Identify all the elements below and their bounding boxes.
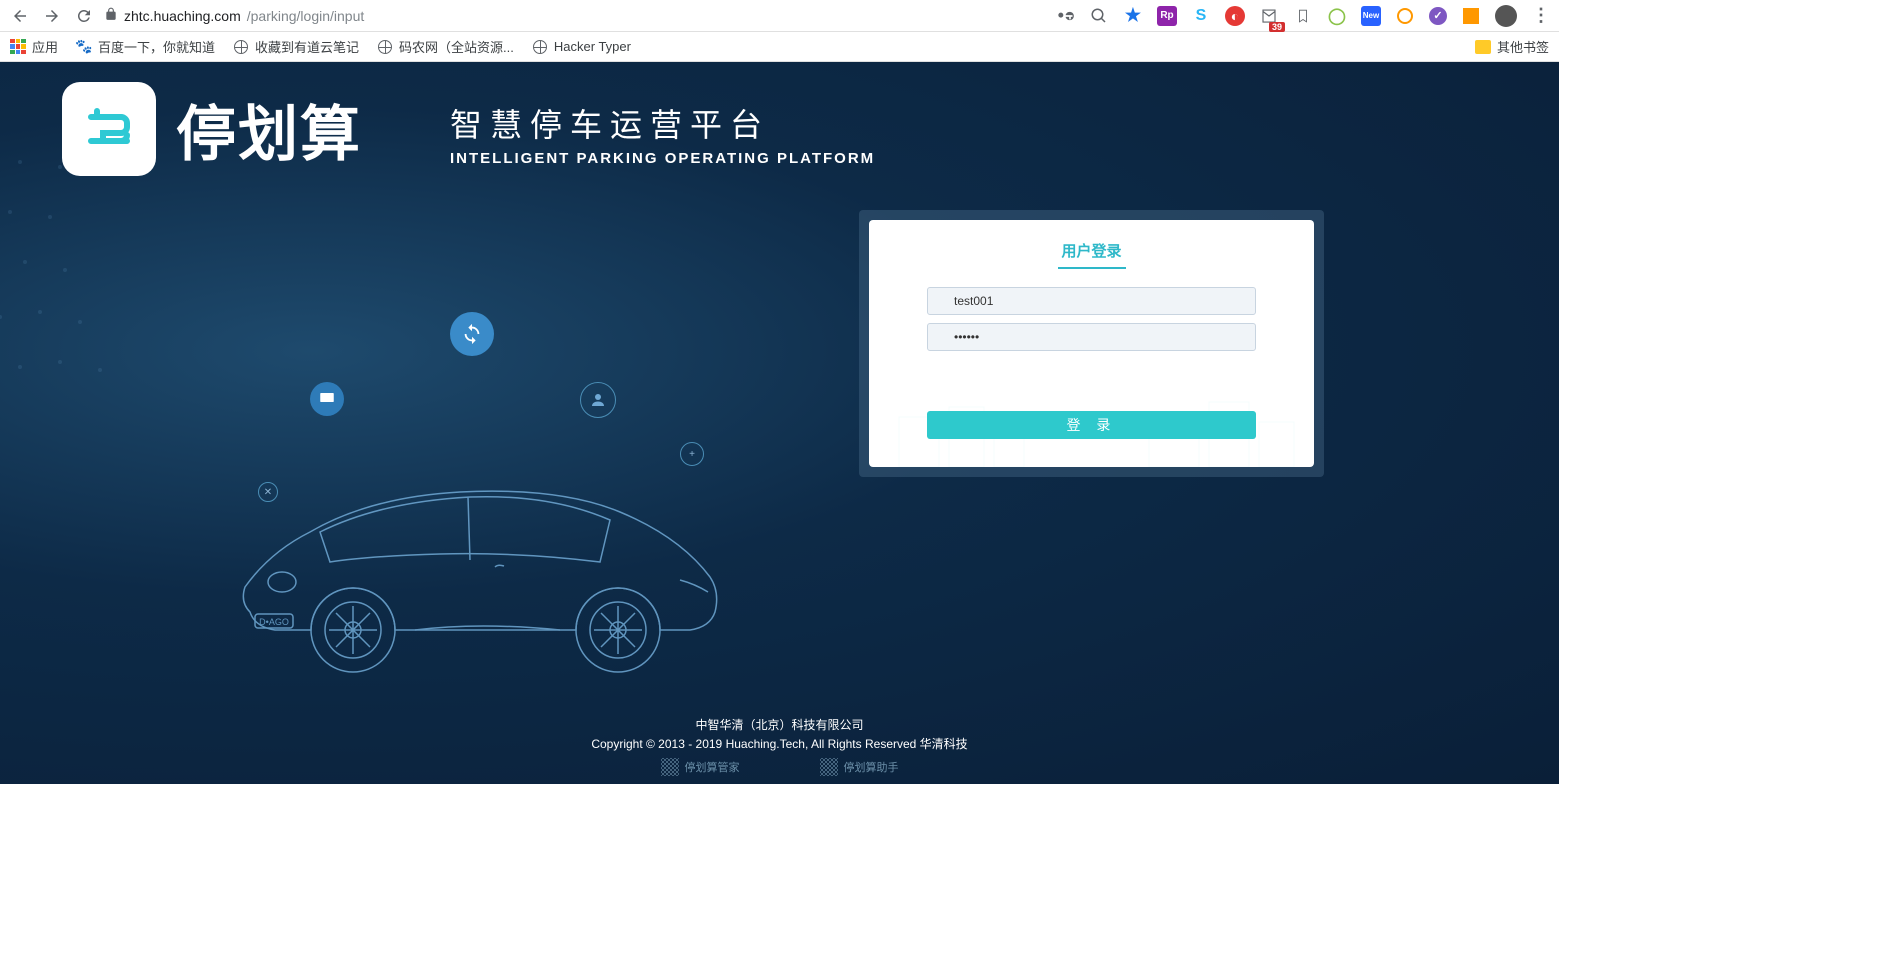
folder-icon: [1475, 40, 1491, 54]
car-illustration: + ✕ D•AGO: [220, 352, 740, 732]
menu-icon[interactable]: ⋮: [1531, 6, 1551, 26]
other-bookmarks[interactable]: 其他书签: [1475, 37, 1549, 56]
qr-label: 停划算助手: [844, 759, 899, 775]
qr-item-manager: 停划算管家: [661, 758, 740, 776]
qr-item-helper: 停划算助手: [820, 758, 899, 776]
bookmark-hacker[interactable]: Hacker Typer: [532, 39, 631, 55]
subtitle-en: INTELLIGENT PARKING OPERATING PLATFORM: [450, 150, 875, 167]
qr-code-icon: [820, 758, 838, 776]
reload-button[interactable]: [72, 4, 96, 28]
extension-green-icon[interactable]: ◯: [1327, 6, 1347, 26]
logo-text: 停划算: [176, 86, 362, 173]
subtitle-cn: 智慧停车运营平台: [450, 100, 875, 146]
mail-badge: 39: [1269, 22, 1285, 32]
login-card: 用户登录 登 录: [869, 220, 1314, 467]
key-icon[interactable]: [1055, 6, 1075, 26]
buildings-decoration: [869, 397, 1314, 467]
bookmark-outline-icon[interactable]: [1293, 6, 1313, 26]
zoom-icon[interactable]: [1089, 6, 1109, 26]
footer-copyright: Copyright © 2013 - 2019 Huaching.Tech, A…: [0, 735, 1559, 752]
car-outline: D•AGO: [220, 412, 740, 712]
extension-red-icon[interactable]: ◐: [1225, 6, 1245, 26]
footer-company: 中智华清（北京）科技有限公司: [0, 716, 1559, 733]
extension-skype-icon[interactable]: S: [1191, 6, 1211, 26]
monitor-icon: [310, 382, 344, 416]
globe-icon: [233, 39, 249, 55]
back-button[interactable]: [8, 4, 32, 28]
apps-label: 应用: [32, 37, 58, 56]
bookmarks-bar: 应用 🐾 百度一下，你就知道 收藏到有道云笔记 码农网（全站资源... Hack…: [0, 32, 1559, 62]
logo-icon: [62, 82, 156, 176]
sync-icon: [450, 312, 494, 356]
bookmark-label: Hacker Typer: [554, 39, 631, 54]
qr-code-icon: [661, 758, 679, 776]
page-content: 停划算 智慧停车运营平台 INTELLIGENT PARKING OPERATI…: [0, 62, 1559, 784]
apps-shortcut[interactable]: 应用: [10, 37, 58, 56]
url-domain: zhtc.huaching.com: [124, 8, 241, 24]
toolbar-extensions: ★ Rp S ◐ 39 ◯ New ✓ ⋮: [1055, 5, 1551, 27]
baidu-icon: 🐾: [76, 39, 92, 55]
bookmark-manong[interactable]: 码农网（全站资源...: [377, 37, 514, 56]
extension-new-icon[interactable]: New: [1361, 6, 1381, 26]
extension-orange-sq-icon[interactable]: [1461, 6, 1481, 26]
qr-label: 停划算管家: [685, 759, 740, 775]
subtitle-block: 智慧停车运营平台 INTELLIGENT PARKING OPERATING P…: [450, 100, 875, 167]
login-title: 用户登录: [1058, 240, 1126, 269]
mail-icon[interactable]: 39: [1259, 6, 1279, 26]
login-card-wrapper: 用户登录 登 录: [859, 210, 1324, 477]
extension-rp-icon[interactable]: Rp: [1157, 6, 1177, 26]
bookmark-label: 百度一下，你就知道: [98, 37, 215, 56]
extension-purple-icon[interactable]: ✓: [1429, 7, 1447, 25]
other-bookmarks-label: 其他书签: [1497, 37, 1549, 56]
bookmark-baidu[interactable]: 🐾 百度一下，你就知道: [76, 37, 215, 56]
bookmark-star-icon[interactable]: ★: [1123, 6, 1143, 26]
extension-orange-ring-icon[interactable]: [1395, 6, 1415, 26]
browser-toolbar: zhtc.huaching.com/parking/login/input ★ …: [0, 0, 1559, 32]
forward-button[interactable]: [40, 4, 64, 28]
bookmark-label: 收藏到有道云笔记: [255, 37, 359, 56]
username-input[interactable]: [927, 287, 1256, 315]
url-path: /parking/login/input: [247, 8, 365, 24]
bookmark-label: 码农网（全站资源...: [399, 37, 514, 56]
globe-icon: [377, 39, 393, 55]
page-footer: 中智华清（北京）科技有限公司 Copyright © 2013 - 2019 H…: [0, 716, 1559, 776]
password-input[interactable]: [927, 323, 1256, 351]
branding-header: 停划算: [62, 82, 362, 176]
address-bar[interactable]: zhtc.huaching.com/parking/login/input: [104, 7, 364, 24]
lock-icon: [104, 7, 118, 24]
profile-avatar[interactable]: [1495, 5, 1517, 27]
apps-grid-icon: [10, 39, 26, 55]
svg-text:D•AGO: D•AGO: [259, 617, 289, 627]
globe-icon: [532, 39, 548, 55]
bookmark-youdao[interactable]: 收藏到有道云笔记: [233, 37, 359, 56]
